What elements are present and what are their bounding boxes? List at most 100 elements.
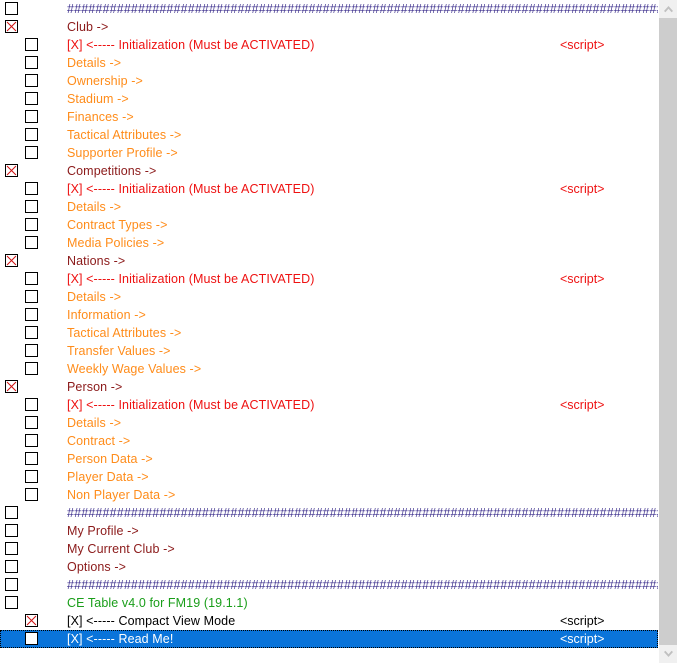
tree-row[interactable]: Transfer Values -> — [0, 342, 658, 360]
row-checkbox-person-contract[interactable] — [25, 434, 38, 447]
tree-row[interactable]: Nations -> — [0, 252, 658, 270]
row-checkbox-ce-table-version[interactable] — [5, 596, 18, 609]
tree-row[interactable]: My Current Club -> — [0, 540, 658, 558]
tree-row[interactable]: Details -> — [0, 288, 658, 306]
row-checkbox-club-init[interactable] — [25, 38, 38, 51]
tree-row[interactable]: ########################################… — [0, 504, 658, 522]
tree-row[interactable]: Details -> — [0, 54, 658, 72]
row-checkbox-nations-wage[interactable] — [25, 362, 38, 375]
row-checkbox-my-current-club[interactable] — [5, 542, 18, 555]
row-checkbox-read-me[interactable] — [25, 632, 38, 645]
row-checkbox-competitions[interactable] — [5, 164, 18, 177]
tree-row[interactable]: Competitions -> — [0, 162, 658, 180]
row-checkbox-non-player-data[interactable] — [25, 488, 38, 501]
row-checkbox-club-details[interactable] — [25, 56, 38, 69]
tree-row[interactable]: Contract Types -> — [0, 216, 658, 234]
tree-row[interactable]: Non Player Data -> — [0, 486, 658, 504]
tree-row[interactable]: Details -> — [0, 198, 658, 216]
chevron-up-icon[interactable] — [659, 0, 677, 18]
row-label: Non Player Data -> — [67, 488, 176, 502]
row-label: [X] <----- Read Me! — [67, 632, 174, 646]
row-checkbox-club-stadium[interactable] — [25, 92, 38, 105]
checkbox-x-icon — [6, 255, 17, 266]
row-checkbox-club-tactical[interactable] — [25, 128, 38, 141]
row-checkbox-person-details[interactable] — [25, 416, 38, 429]
tree-row[interactable]: [X] <----- Initialization (Must be ACTIV… — [0, 396, 658, 414]
row-checkbox-sep-bottom[interactable] — [5, 578, 18, 591]
row-checkbox-nations-details[interactable] — [25, 290, 38, 303]
row-label: Options -> — [67, 560, 127, 574]
tree-row[interactable]: Supporter Profile -> — [0, 144, 658, 162]
row-checkbox-my-profile[interactable] — [5, 524, 18, 537]
row-label: Details -> — [67, 416, 122, 430]
tree-row[interactable]: Details -> — [0, 414, 658, 432]
script-label: <script> — [560, 398, 605, 412]
row-label: CE Table v4.0 for FM19 (19.1.1) — [67, 596, 248, 610]
row-label: Tactical Attributes -> — [67, 326, 182, 340]
row-label: My Profile -> — [67, 524, 139, 538]
separator-text: ########################################… — [67, 578, 658, 592]
tree-row[interactable]: Person Data -> — [0, 450, 658, 468]
row-label: Information -> — [67, 308, 146, 322]
row-checkbox-comp-init[interactable] — [25, 182, 38, 195]
tree-row[interactable]: Options -> — [0, 558, 658, 576]
tree-row[interactable]: [X] <----- Compact View Mode <script> — [0, 612, 658, 630]
row-checkbox-nations-tactical[interactable] — [25, 326, 38, 339]
tree-row[interactable]: Person -> — [0, 378, 658, 396]
row-label: Finances -> — [67, 110, 134, 124]
row-checkbox-options[interactable] — [5, 560, 18, 573]
cheat-table-window: ########################################… — [0, 0, 677, 663]
tree-row[interactable]: Media Policies -> — [0, 234, 658, 252]
row-checkbox-nations[interactable] — [5, 254, 18, 267]
tree-row[interactable]: [X] <----- Initialization (Must be ACTIV… — [0, 180, 658, 198]
tree-row[interactable]: Stadium -> — [0, 90, 658, 108]
tree-row[interactable]: [X] <----- Initialization (Must be ACTIV… — [0, 36, 658, 54]
separator-text: ########################################… — [67, 2, 658, 16]
row-checkbox-comp-details[interactable] — [25, 200, 38, 213]
tree-row[interactable]: ########################################… — [0, 0, 658, 18]
tree-row[interactable]: [X] <----- Read Me! <script> — [0, 630, 658, 648]
row-label: [X] <----- Initialization (Must be ACTIV… — [67, 272, 315, 286]
tree-row[interactable]: Contract -> — [0, 432, 658, 450]
tree-row[interactable]: Tactical Attributes -> — [0, 126, 658, 144]
vertical-scrollbar[interactable] — [658, 0, 677, 663]
row-checkbox-compact-view-mode[interactable] — [25, 614, 38, 627]
scrollbar-track[interactable] — [659, 18, 677, 645]
chevron-down-icon[interactable] — [659, 645, 677, 663]
tree-row[interactable]: Tactical Attributes -> — [0, 324, 658, 342]
row-checkbox-club-supporter[interactable] — [25, 146, 38, 159]
row-checkbox-person-data[interactable] — [25, 452, 38, 465]
row-checkbox-nations-transfer[interactable] — [25, 344, 38, 357]
tree-row[interactable]: Ownership -> — [0, 72, 658, 90]
row-label: [X] <----- Compact View Mode — [67, 614, 236, 628]
row-checkbox-sep-top[interactable] — [5, 2, 18, 15]
tree-row[interactable]: Finances -> — [0, 108, 658, 126]
row-checkbox-nations-init[interactable] — [25, 272, 38, 285]
tree-row[interactable]: Player Data -> — [0, 468, 658, 486]
row-checkbox-person-init[interactable] — [25, 398, 38, 411]
row-label: Supporter Profile -> — [67, 146, 178, 160]
cheat-table-tree[interactable]: ########################################… — [0, 0, 658, 663]
tree-row[interactable]: My Profile -> — [0, 522, 658, 540]
row-checkbox-nations-information[interactable] — [25, 308, 38, 321]
tree-row[interactable]: [X] <----- Initialization (Must be ACTIV… — [0, 270, 658, 288]
row-checkbox-club-ownership[interactable] — [25, 74, 38, 87]
tree-row[interactable]: ########################################… — [0, 576, 658, 594]
scrollbar-thumb[interactable] — [659, 18, 677, 645]
tree-row[interactable]: Club -> — [0, 18, 658, 36]
row-checkbox-sep-mid[interactable] — [5, 506, 18, 519]
row-checkbox-comp-media[interactable] — [25, 236, 38, 249]
row-checkbox-person[interactable] — [5, 380, 18, 393]
script-label: <script> — [560, 632, 605, 646]
row-checkbox-club-finances[interactable] — [25, 110, 38, 123]
row-checkbox-player-data[interactable] — [25, 470, 38, 483]
row-label: Contract -> — [67, 434, 131, 448]
row-checkbox-club[interactable] — [5, 20, 18, 33]
script-label: <script> — [560, 182, 605, 196]
tree-row[interactable]: CE Table v4.0 for FM19 (19.1.1) — [0, 594, 658, 612]
row-label: Details -> — [67, 200, 122, 214]
tree-row[interactable]: Information -> — [0, 306, 658, 324]
tree-row[interactable]: Weekly Wage Values -> — [0, 360, 658, 378]
row-label: Player Data -> — [67, 470, 149, 484]
row-checkbox-comp-contract[interactable] — [25, 218, 38, 231]
